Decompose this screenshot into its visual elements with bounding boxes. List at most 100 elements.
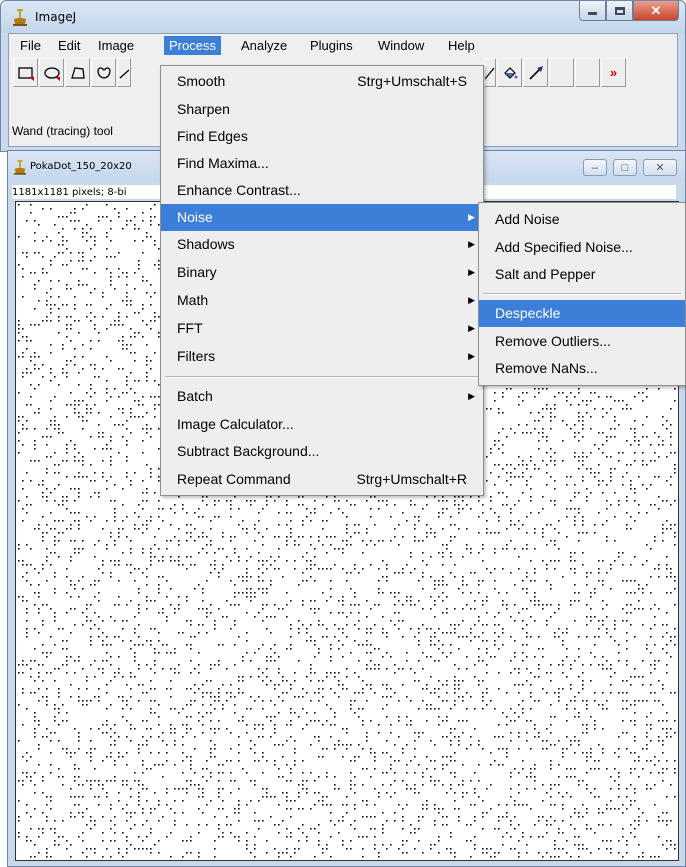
empty-tool-slot-1[interactable] — [549, 58, 574, 87]
line-tool-button[interactable] — [117, 58, 131, 87]
menu-item-remove-nans[interactable]: Remove NaNs... — [479, 355, 685, 382]
submenu-arrow-icon: ▶ — [468, 391, 475, 401]
menu-item-salt-and-pepper[interactable]: Salt and Pepper — [479, 261, 685, 288]
menu-item-label: Subtract Background... — [177, 443, 320, 459]
menu-item-label: Add Noise — [495, 211, 560, 227]
menu-item-add-noise[interactable]: Add Noise — [479, 206, 685, 233]
menu-item-shadows[interactable]: Shadows ▶ — [161, 231, 483, 258]
menu-image[interactable]: Image — [93, 36, 139, 55]
menu-item-fft[interactable]: FFT ▶ — [161, 315, 483, 342]
menu-item-filters[interactable]: Filters ▶ — [161, 343, 483, 370]
menu-item-label: Salt and Pepper — [495, 266, 596, 282]
freehand-icon — [96, 66, 111, 79]
process-menu: Smooth Strg+Umschalt+S Sharpen Find Edges… — [160, 65, 484, 496]
menu-item-label: Filters — [177, 348, 216, 364]
menu-separator — [483, 293, 681, 295]
image-caption-buttons: – □ ✕ — [583, 159, 677, 176]
submenu-arrow-icon: ▶ — [468, 212, 475, 222]
noise-submenu: Add Noise Add Specified Noise... Salt an… — [478, 202, 686, 386]
menu-item-label: Image Calculator... — [177, 416, 294, 432]
submenu-arrow-icon: ▶ — [468, 295, 475, 305]
menu-separator — [165, 376, 479, 378]
empty-tool-slot-2[interactable] — [575, 58, 600, 87]
window-title: ImageJ — [35, 10, 77, 24]
image-info: 1181x1181 pixels; 8-bi — [12, 187, 127, 198]
menu-process[interactable]: Process — [164, 36, 221, 55]
menu-item-add-specified-noise[interactable]: Add Specified Noise... — [479, 234, 685, 261]
menu-item-find-edges[interactable]: Find Edges — [161, 123, 483, 150]
menu-item-label: Enhance Contrast... — [177, 182, 301, 198]
status-text: Wand (tracing) tool — [12, 124, 113, 138]
menu-file[interactable]: File — [15, 36, 46, 55]
dropper-icon — [485, 67, 495, 79]
image-close-button[interactable]: ✕ — [643, 159, 677, 176]
menu-item-label: Math — [177, 292, 209, 308]
maximize-icon — [614, 6, 625, 15]
menu-item-binary[interactable]: Binary ▶ — [161, 259, 483, 286]
imagej-app-icon — [13, 9, 27, 26]
title-bar[interactable]: ImageJ ✕ — [1, 1, 685, 33]
polygon-icon — [70, 66, 85, 79]
minimize-icon — [588, 12, 597, 15]
menu-help[interactable]: Help — [443, 36, 480, 55]
close-button[interactable]: ✕ — [633, 1, 679, 21]
pin-arrow-icon — [528, 65, 543, 80]
menu-edit[interactable]: Edit — [53, 36, 85, 55]
menu-item-label: Binary — [177, 264, 217, 280]
menu-item-sharpen[interactable]: Sharpen — [161, 96, 483, 123]
menu-plugins[interactable]: Plugins — [305, 36, 358, 55]
menu-item-label: Smooth — [177, 73, 226, 89]
menu-item-math[interactable]: Math ▶ — [161, 287, 483, 314]
dropper-edge-button[interactable] — [484, 58, 496, 87]
maximize-icon: □ — [621, 161, 629, 174]
menu-bar: File Edit Image Process Analyze Plugins … — [9, 34, 677, 56]
menu-analyze[interactable]: Analyze — [236, 36, 292, 55]
menu-item-label: Add Specified Noise... — [495, 239, 633, 255]
rectangle-tool-button[interactable] — [13, 58, 38, 87]
menu-item-label: Remove NaNs... — [495, 360, 598, 376]
menu-item-batch[interactable]: Batch ▶ — [161, 383, 483, 410]
line-icon — [119, 69, 129, 78]
menu-item-enhance-contrast[interactable]: Enhance Contrast... — [161, 177, 483, 204]
menu-item-remove-outliers[interactable]: Remove Outliers... — [479, 328, 685, 355]
freehand-tool-button[interactable] — [91, 58, 116, 87]
submenu-arrow-icon: ▶ — [468, 239, 475, 249]
menu-item-image-calculator[interactable]: Image Calculator... — [161, 411, 483, 438]
shortcut-text: Strg+Umschalt+S — [357, 73, 467, 89]
minimize-button[interactable] — [579, 1, 606, 21]
oval-icon — [43, 66, 60, 81]
menu-item-label: Sharpen — [177, 101, 230, 117]
menu-window[interactable]: Window — [373, 36, 429, 55]
menu-item-despeckle[interactable]: Despeckle — [479, 300, 685, 327]
menu-item-label: Shadows — [177, 236, 235, 252]
image-window-title: PokaDot_150_20x20 — [30, 161, 132, 172]
menu-item-label: Despeckle — [495, 305, 561, 321]
submenu-arrow-icon: ▶ — [468, 323, 475, 333]
arrow-tool-button[interactable] — [523, 58, 548, 87]
menu-item-label: FFT — [177, 320, 203, 336]
menu-item-label: Noise — [177, 209, 213, 225]
menu-item-find-maxima[interactable]: Find Maxima... — [161, 150, 483, 177]
menu-item-label: Repeat Command — [177, 471, 291, 487]
menu-item-noise[interactable]: Noise ▶ — [161, 204, 483, 231]
bucket-icon — [503, 66, 517, 79]
rectangle-icon — [17, 66, 34, 81]
menu-item-label: Find Edges — [177, 128, 248, 144]
image-maximize-button[interactable]: □ — [613, 159, 637, 176]
menu-item-label: Find Maxima... — [177, 155, 269, 171]
image-minimize-button[interactable]: – — [583, 159, 607, 176]
imagej-window-icon — [14, 160, 26, 175]
more-tools-button[interactable]: » — [601, 58, 626, 87]
caption-buttons: ✕ — [579, 1, 679, 23]
menu-item-smooth[interactable]: Smooth Strg+Umschalt+S — [161, 68, 483, 95]
oval-tool-button[interactable] — [39, 58, 64, 87]
flood-fill-tool-button[interactable] — [497, 58, 522, 87]
menu-item-repeat-command[interactable]: Repeat Command Strg+Umschalt+R — [161, 466, 483, 493]
maximize-button[interactable] — [606, 1, 633, 21]
menu-item-label: Remove Outliers... — [495, 333, 611, 349]
submenu-arrow-icon: ▶ — [468, 351, 475, 361]
menu-item-subtract-background[interactable]: Subtract Background... — [161, 438, 483, 465]
double-chevron-right-icon: » — [609, 65, 618, 80]
minimize-icon: – — [591, 161, 599, 174]
polygon-tool-button[interactable] — [65, 58, 90, 87]
